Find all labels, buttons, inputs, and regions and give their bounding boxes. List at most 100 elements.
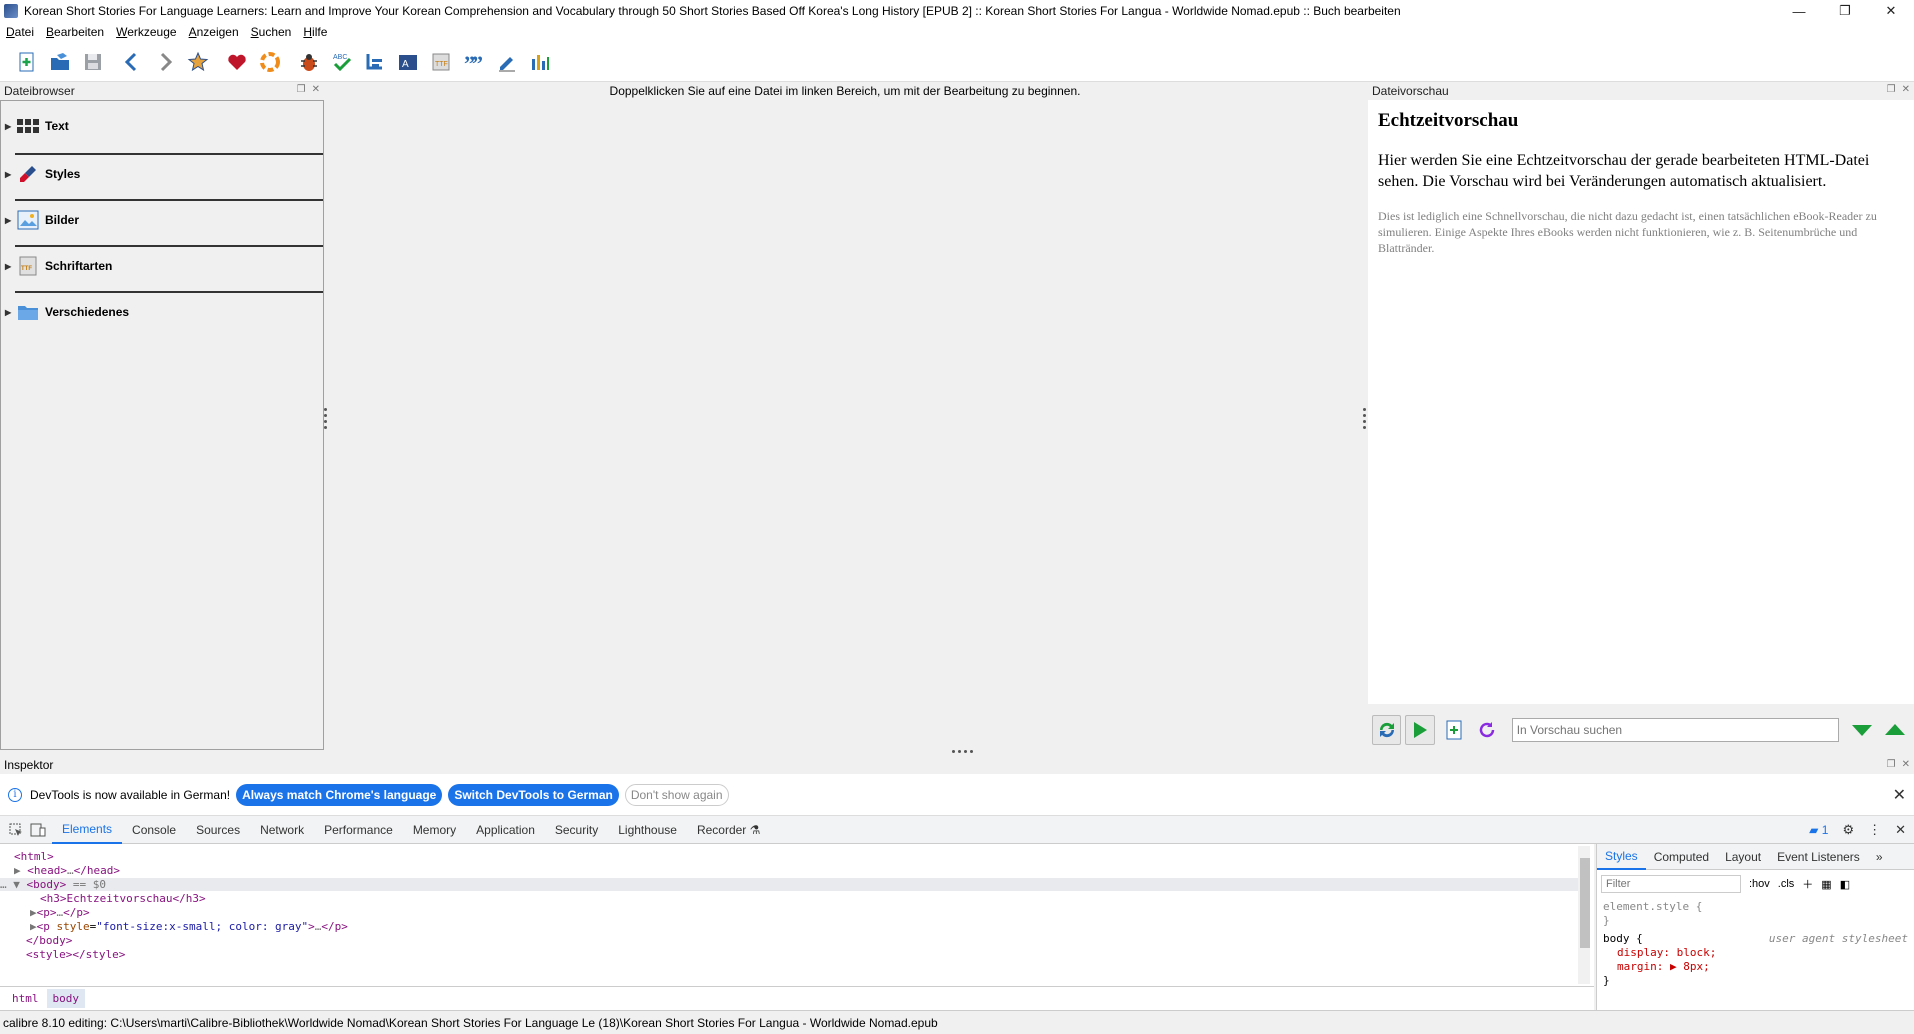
tab-security[interactable]: Security [545,816,608,844]
checkpoint-icon[interactable] [185,49,211,75]
menu-suchen[interactable]: Suchen [251,25,292,39]
dom-node-h3[interactable]: <h3>Echtzeitvorschau</h3> [40,892,206,905]
tab-memory[interactable]: Memory [403,816,466,844]
fonts-icon[interactable]: TTF [428,49,454,75]
minimize-button[interactable]: — [1776,0,1822,22]
dom-node-style[interactable]: <style></style> [26,948,125,961]
reports-icon[interactable] [362,49,388,75]
help-icon[interactable] [257,49,283,75]
tab-sources[interactable]: Sources [186,816,250,844]
split-button[interactable] [1439,715,1468,745]
dom-node-p[interactable]: ▶<p>…</p> [30,906,90,919]
forward-icon[interactable] [152,49,178,75]
menu-anzeigen[interactable]: Anzeigen [189,25,239,39]
expand-arrow-icon[interactable]: ▶ [5,170,13,179]
styles-filter-input[interactable] [1601,875,1741,893]
donate-heart-icon[interactable] [224,49,250,75]
close-panel-icon[interactable]: ✕ [1902,759,1910,770]
tab-elements[interactable]: Elements [52,816,123,844]
play-button[interactable] [1405,715,1435,745]
device-toolbar-icon[interactable] [30,822,46,838]
menu-werkzeuge[interactable]: Werkzeuge [116,25,176,39]
breadcrumb-body[interactable]: body [46,989,85,1008]
filebrowser-item-bilder[interactable]: ▶ Bilder [1,197,323,243]
switch-to-german-button[interactable]: Switch DevTools to German [448,783,619,806]
preview-search-input[interactable] [1511,718,1840,742]
float-panel-icon[interactable]: ❐ [1887,84,1896,95]
dom-node-head[interactable]: ▶ <head>…</head> [14,864,120,877]
tab-recorder[interactable]: Recorder ⚗ [687,816,770,844]
tab-computed[interactable]: Computed [1646,844,1717,870]
expand-arrow-icon[interactable]: ▶ [5,308,13,317]
expand-arrow-icon[interactable]: ▶ [5,216,13,225]
filebrowser-item-styles[interactable]: ▶ Styles [1,151,323,197]
expand-triangle-icon[interactable]: ▶ [14,864,21,877]
menu-hilfe[interactable]: Hilfe [303,25,327,39]
back-icon[interactable] [119,49,145,75]
dom-node-body-selected[interactable]: … ▼ <body> == $0 [0,878,1578,891]
rule-property[interactable]: margin: ▶ 8px; [1603,960,1908,974]
scrollbar-thumb[interactable] [1580,858,1590,948]
filebrowser-item-schriftarten[interactable]: ▶ TTF Schriftarten [1,243,323,289]
tab-lighthouse[interactable]: Lighthouse [608,816,687,844]
edit-icon[interactable] [494,49,520,75]
filebrowser-item-verschiedenes[interactable]: ▶ Verschiedenes [1,289,323,335]
horizontal-splitter-handle[interactable] [952,750,973,753]
expand-arrow-icon[interactable]: ▶ [5,122,13,131]
spellcheck-icon[interactable]: ABC [329,49,355,75]
expand-arrow-icon[interactable]: ▶ [5,262,13,271]
check-book-icon[interactable] [296,49,322,75]
expand-triangle-icon[interactable]: ▶ [30,906,37,919]
close-devtools-icon[interactable]: ✕ [1895,822,1906,838]
save-icon[interactable] [80,49,106,75]
tab-console[interactable]: Console [122,816,186,844]
collapse-triangle-icon[interactable]: ▼ [13,878,20,891]
quote-icon[interactable]: ”” [461,49,487,75]
menu-bearbeiten[interactable]: Bearbeiten [46,25,104,39]
rule-property[interactable]: display: block; [1603,946,1908,960]
reports-chart-icon[interactable] [527,49,553,75]
filebrowser-item-text[interactable]: ▶ Text [1,103,323,149]
close-panel-icon[interactable]: ✕ [1902,84,1910,95]
new-style-rule-icon[interactable]: ＋ [1802,876,1813,892]
menu-datei[interactable]: Datei [6,25,34,39]
close-infobar-icon[interactable]: ✕ [1893,785,1906,805]
hover-state-toggle[interactable]: :hov [1749,878,1770,890]
always-match-language-button[interactable]: Always match Chrome's language [236,783,443,806]
tab-performance[interactable]: Performance [314,816,403,844]
open-book-icon[interactable] [47,49,73,75]
close-button[interactable]: ✕ [1868,0,1914,22]
settings-gear-icon[interactable]: ⚙ [1842,822,1854,838]
reload-button[interactable] [1472,715,1501,745]
elements-scrollbar[interactable] [1578,846,1590,984]
find-previous-button[interactable] [1881,715,1910,745]
float-panel-icon[interactable]: ❐ [1887,759,1896,770]
sidebar-toggle-icon[interactable]: ◧ [1840,878,1850,891]
dom-node-body-close[interactable]: </body> [26,934,72,947]
tab-layout[interactable]: Layout [1717,844,1769,870]
expand-triangle-icon[interactable]: ▶ [30,920,37,933]
paint-icon[interactable]: ▦ [1821,878,1831,891]
messages-badge[interactable]: ▰ 1 [1809,823,1828,837]
tab-network[interactable]: Network [250,816,314,844]
dont-show-again-button[interactable]: Don't show again [624,783,729,806]
element-style-rule[interactable]: element.style {} [1597,898,1914,930]
table-of-contents-icon[interactable]: A [395,49,421,75]
breadcrumb-html[interactable]: html [6,989,45,1008]
dom-node-html[interactable]: <html> [14,850,54,863]
new-file-icon[interactable] [14,49,40,75]
splitter-handle[interactable] [1363,408,1367,429]
class-toggle[interactable]: .cls [1778,878,1795,890]
auto-refresh-button[interactable] [1372,715,1402,745]
ellipsis-icon[interactable]: … [67,864,74,877]
more-options-icon[interactable]: ⋮ [1868,822,1881,838]
tab-application[interactable]: Application [466,816,545,844]
float-panel-icon[interactable]: ❐ [297,84,306,95]
tab-styles[interactable]: Styles [1597,844,1646,870]
inspect-element-icon[interactable] [8,822,24,838]
tab-event-listeners[interactable]: Event Listeners [1769,844,1868,870]
more-tabs-icon[interactable]: » [1868,844,1891,870]
dom-node-p-styled[interactable]: ▶<p style="font-size:x-small; color: gra… [30,920,348,933]
find-next-button[interactable] [1847,715,1876,745]
body-style-rule[interactable]: body { user agent stylesheet display: bl… [1597,930,1914,990]
